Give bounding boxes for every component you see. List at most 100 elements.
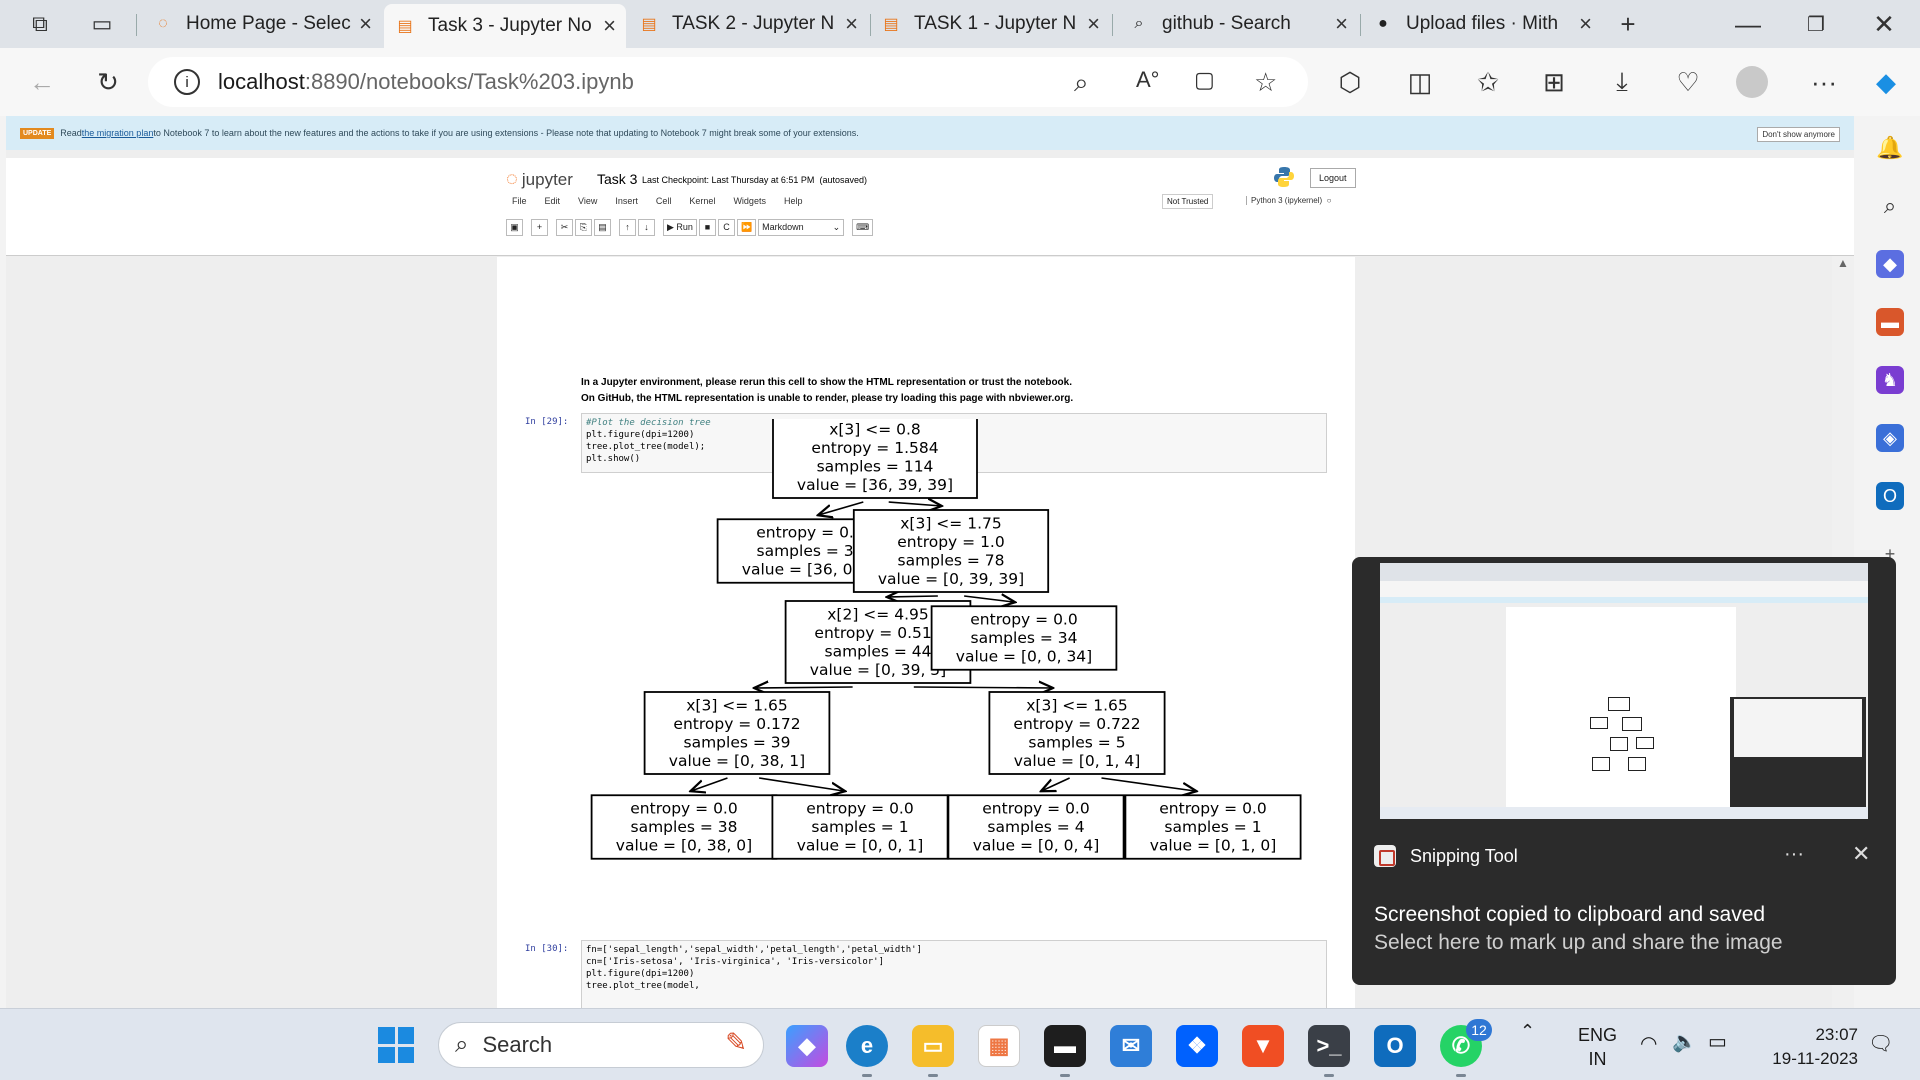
tab-6[interactable]: ● Upload files · Mith × (1362, 6, 1602, 42)
tab-close-icon[interactable]: × (603, 13, 616, 39)
tab-actions-icon[interactable]: ▭ (82, 4, 122, 44)
tab-1[interactable]: ◌ Home Page - Selec × (142, 6, 382, 42)
back-button[interactable]: ← (22, 62, 62, 102)
cell-type-select[interactable]: Markdown ⌄ (758, 218, 845, 236)
tools-briefcase-icon[interactable]: ▬ (1876, 308, 1904, 336)
tree-node-line: entropy = 0.172 (673, 715, 800, 733)
notification-center-icon[interactable]: 🗨 (1868, 1031, 1893, 1056)
menu-insert[interactable]: Insert (615, 196, 638, 206)
menu-edit[interactable]: Edit (545, 196, 561, 206)
copy-icon[interactable]: ⎘ (575, 218, 592, 236)
toast-more-button[interactable]: ··· (1784, 843, 1804, 866)
wifi-icon[interactable]: ◠ (1640, 1031, 1657, 1056)
games-chess-icon[interactable]: ♞ (1876, 366, 1904, 394)
workspaces-icon[interactable]: ⧉ (20, 4, 60, 44)
powershell-icon[interactable]: >_ (1308, 1025, 1350, 1077)
immersive-reader-icon[interactable]: ▢ (1194, 67, 1215, 93)
chevron-down-icon: ⌄ (832, 221, 841, 232)
file-explorer-icon[interactable]: ▭ (912, 1025, 954, 1077)
extensions-icon[interactable]: ⬡ (1330, 62, 1370, 102)
minimize-button[interactable]: — (1728, 4, 1768, 44)
tab-close-icon[interactable]: × (359, 11, 372, 37)
edge-taskbar-icon[interactable]: e (846, 1025, 888, 1077)
menu-help[interactable]: Help (784, 196, 803, 206)
tree-node-line: samples = 78 (898, 551, 1005, 569)
browser-essentials-icon[interactable]: ♡ (1668, 62, 1708, 102)
copilot-icon[interactable]: ◆ (1866, 62, 1906, 102)
menu-file[interactable]: File (512, 196, 527, 206)
dont-show-button[interactable]: Don't show anymore (1757, 127, 1840, 142)
address-bar[interactable]: i localhost:8890/notebooks/Task%203.ipyn… (148, 57, 1308, 107)
sidebar-search-icon[interactable]: ⌕ (1876, 192, 1904, 220)
tab-4[interactable]: ▤ TASK 1 - Jupyter N × (870, 6, 1110, 42)
microsoft-365-icon[interactable]: ◈ (1876, 424, 1904, 452)
tree-node-line: entropy = 0.0 (630, 800, 737, 818)
info-icon[interactable]: i (174, 69, 200, 95)
collections-icon[interactable]: ⊞ (1534, 62, 1574, 102)
brave-icon[interactable]: ▼ (1242, 1025, 1284, 1067)
split-screen-icon[interactable]: ◫ (1400, 62, 1440, 102)
interrupt-icon[interactable]: ■ (698, 218, 716, 236)
save-icon[interactable]: ▣ (506, 218, 523, 236)
code-cell-30[interactable]: fn=['sepal_length','sepal_width','petal_… (581, 940, 1327, 1008)
new-tab-button[interactable]: + (1608, 4, 1648, 44)
restart-icon[interactable]: C (717, 218, 735, 236)
system-clock[interactable]: 23:07 19-11-2023 (1762, 1023, 1858, 1071)
profile-avatar[interactable] (1736, 66, 1768, 98)
tab-close-icon[interactable]: × (1087, 11, 1100, 37)
restart-run-all-icon[interactable]: ⏩ (736, 218, 757, 236)
taskbar-search-box[interactable]: ⌕ Search ✎ (438, 1022, 764, 1068)
tab-close-icon[interactable]: × (1335, 11, 1348, 37)
notebook-title[interactable]: Task 3 (597, 171, 637, 187)
tab-5[interactable]: ⌕ github - Search × (1118, 6, 1358, 42)
more-menu-icon[interactable]: ··· (1804, 62, 1844, 102)
volume-icon[interactable]: 🔈 (1672, 1029, 1697, 1054)
show-hidden-icons[interactable]: ⌃ (1520, 1021, 1535, 1042)
shopping-tag-icon[interactable]: ◆ (1876, 250, 1904, 278)
run-button[interactable]: ▶ Run (663, 218, 697, 236)
favorite-star-icon[interactable]: ☆ (1254, 67, 1277, 98)
jupyter-logo[interactable]: ◌ jupyter (506, 168, 573, 191)
menu-view[interactable]: View (578, 196, 597, 206)
menu-cell[interactable]: Cell (656, 196, 672, 206)
cut-icon[interactable]: ✂ (556, 218, 573, 236)
tab-close-icon[interactable]: × (845, 11, 858, 37)
close-window-button[interactable]: ✕ (1864, 4, 1904, 44)
command-palette-icon[interactable]: ⌨ (852, 218, 874, 236)
refresh-button[interactable]: ↻ (88, 62, 128, 102)
menu-widgets[interactable]: Widgets (733, 196, 766, 206)
logout-button[interactable]: Logout (1310, 168, 1356, 188)
tab-close-icon[interactable]: × (1579, 11, 1592, 37)
copilot-taskbar-icon[interactable]: ◆ (786, 1025, 828, 1067)
restore-button[interactable]: ❐ (1796, 4, 1836, 44)
move-down-icon[interactable]: ↓ (638, 218, 655, 236)
tab-3[interactable]: ▤ TASK 2 - Jupyter N × (628, 6, 868, 42)
snipping-tool-notification[interactable]: Snipping Tool ··· ✕ Screenshot copied to… (1352, 557, 1896, 985)
toast-close-button[interactable]: ✕ (1852, 841, 1870, 867)
trust-status-button[interactable]: Not Trusted (1162, 194, 1214, 209)
terminal-taskbar-icon[interactable]: ▬ (1044, 1025, 1086, 1077)
menu-kernel[interactable]: Kernel (689, 196, 715, 206)
dropbox-icon[interactable]: ❖ (1176, 1025, 1218, 1067)
mail-icon[interactable]: ✉ (1110, 1025, 1152, 1067)
zoom-icon[interactable]: ⌕ (1074, 67, 1089, 99)
tree-node-line: entropy = 0.0 (982, 800, 1089, 818)
downloads-icon[interactable]: ⤓ (1602, 62, 1642, 102)
language-indicator[interactable]: ENG IN (1578, 1023, 1617, 1071)
scroll-up-icon[interactable]: ▲ (1837, 256, 1849, 270)
screenshot-thumbnail[interactable] (1380, 563, 1868, 819)
start-button[interactable] (378, 1027, 414, 1063)
tree-node-line: entropy = 0.0 (970, 611, 1077, 629)
microsoft-store-icon[interactable]: ▦ (978, 1025, 1020, 1067)
insert-cell-icon[interactable]: + (531, 218, 548, 236)
outlook-icon[interactable]: O (1876, 482, 1904, 510)
notifications-bell-icon[interactable]: 🔔 (1876, 134, 1904, 162)
tab-2[interactable]: ▤ Task 3 - Jupyter No × (384, 4, 626, 48)
favorites-icon[interactable]: ✩ (1468, 62, 1508, 102)
battery-icon[interactable]: ▭ (1708, 1029, 1727, 1054)
migration-plan-link[interactable]: the migration plan (82, 128, 154, 138)
paste-icon[interactable]: ▤ (594, 218, 611, 236)
move-up-icon[interactable]: ↑ (619, 218, 636, 236)
read-aloud-icon[interactable]: A° (1136, 67, 1159, 93)
outlook-new-icon[interactable]: O (1374, 1025, 1416, 1067)
